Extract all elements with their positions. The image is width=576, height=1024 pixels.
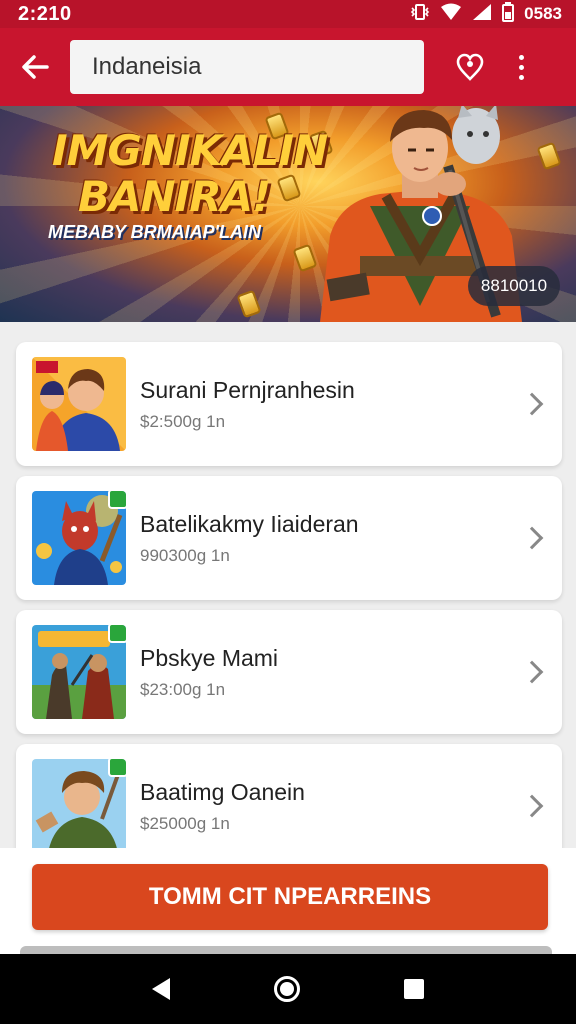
- banner-title: IMGNIKALIN BANIRA!: [52, 126, 328, 221]
- chevron-right-icon: [520, 526, 544, 550]
- search-input[interactable]: Indaneisia: [70, 40, 424, 94]
- nav-recents-icon[interactable]: [404, 979, 424, 999]
- game-info: Pbskye Mami $23:00g 1n: [140, 645, 278, 700]
- status-bar: 2:210 0583: [0, 0, 576, 28]
- arrow-left-icon: [22, 55, 49, 79]
- list-item[interactable]: Surani Pernjranhesin $2:500g 1n: [16, 342, 562, 466]
- game-price: 990300g 1n: [140, 545, 230, 565]
- secondary-bar: [20, 946, 552, 954]
- bottom-action-panel: TOMM CIT NPEARREINS: [0, 848, 576, 954]
- new-badge-icon: [108, 759, 126, 777]
- game-price: $2:500g 1n: [140, 411, 226, 431]
- overflow-menu-button[interactable]: [506, 45, 536, 89]
- game-info: Batelikakmy Iiaideran 990300g 1n: [140, 511, 359, 566]
- game-price: $23:00g 1n: [140, 679, 226, 699]
- list-item[interactable]: Batelikakmy Iiaideran 990300g 1n: [16, 476, 562, 600]
- home-dot: [280, 982, 294, 996]
- game-title: Batelikakmy Iiaideran: [140, 510, 359, 537]
- game-info: Surani Pernjranhesin $2:500g 1n: [140, 377, 355, 432]
- signal-icon: [472, 3, 492, 26]
- favorite-button[interactable]: [448, 45, 492, 89]
- game-thumbnail: [32, 357, 126, 451]
- game-title: Surani Pernjranhesin: [140, 376, 355, 403]
- primary-cta-button[interactable]: TOMM CIT NPEARREINS: [32, 864, 548, 930]
- vibrate-icon: [410, 3, 430, 26]
- screen: 2:210 0583 Indaneisia IMGNIKALIN BANIRA!…: [0, 0, 576, 1024]
- app-bar: Indaneisia: [0, 28, 576, 106]
- dot-icon: [518, 54, 524, 60]
- nav-back-icon[interactable]: [152, 978, 170, 1000]
- dot-icon: [518, 74, 524, 80]
- game-art-image: [32, 357, 126, 451]
- game-info: Baatimg Oanein $25000g 1n: [140, 779, 305, 834]
- promo-banner[interactable]: IMGNIKALIN BANIRA! MEBABY BRMAIAP'LAIN 8…: [0, 106, 576, 322]
- game-thumbnail: [32, 491, 126, 585]
- wifi-icon: [440, 3, 462, 26]
- battery-icon: [502, 1, 515, 27]
- game-list: Surani Pernjranhesin $2:500g 1n Batelika…: [16, 342, 564, 878]
- banner-title-line1: IMGNIKALIN: [52, 126, 328, 175]
- banner-badge: 8810010: [468, 266, 560, 306]
- chevron-right-icon: [520, 794, 544, 818]
- chevron-right-icon: [520, 660, 544, 684]
- chevron-right-icon: [520, 392, 544, 416]
- game-thumbnail: [32, 625, 126, 719]
- system-nav-bar: [0, 954, 576, 1024]
- game-price: $25000g 1n: [140, 813, 230, 833]
- game-title: Pbskye Mami: [140, 644, 279, 671]
- list-item[interactable]: Pbskye Mami $23:00g 1n: [16, 610, 562, 734]
- back-button[interactable]: [0, 28, 70, 106]
- game-thumbnail: [32, 759, 126, 853]
- status-time: 2:210: [18, 2, 72, 25]
- nav-home-icon[interactable]: [274, 976, 300, 1002]
- new-badge-icon: [108, 491, 126, 509]
- battery-text: 0583: [524, 4, 562, 23]
- game-title: Baatimg Oanein: [140, 778, 305, 805]
- status-icons: 0583: [410, 1, 562, 27]
- heart-location-icon: [456, 53, 484, 81]
- dot-icon: [518, 64, 524, 70]
- banner-title-line2: BANIRA!: [78, 172, 271, 221]
- banner-subtitle: MEBABY BRMAIAP'LAIN: [48, 222, 261, 242]
- new-badge-icon: [108, 625, 126, 643]
